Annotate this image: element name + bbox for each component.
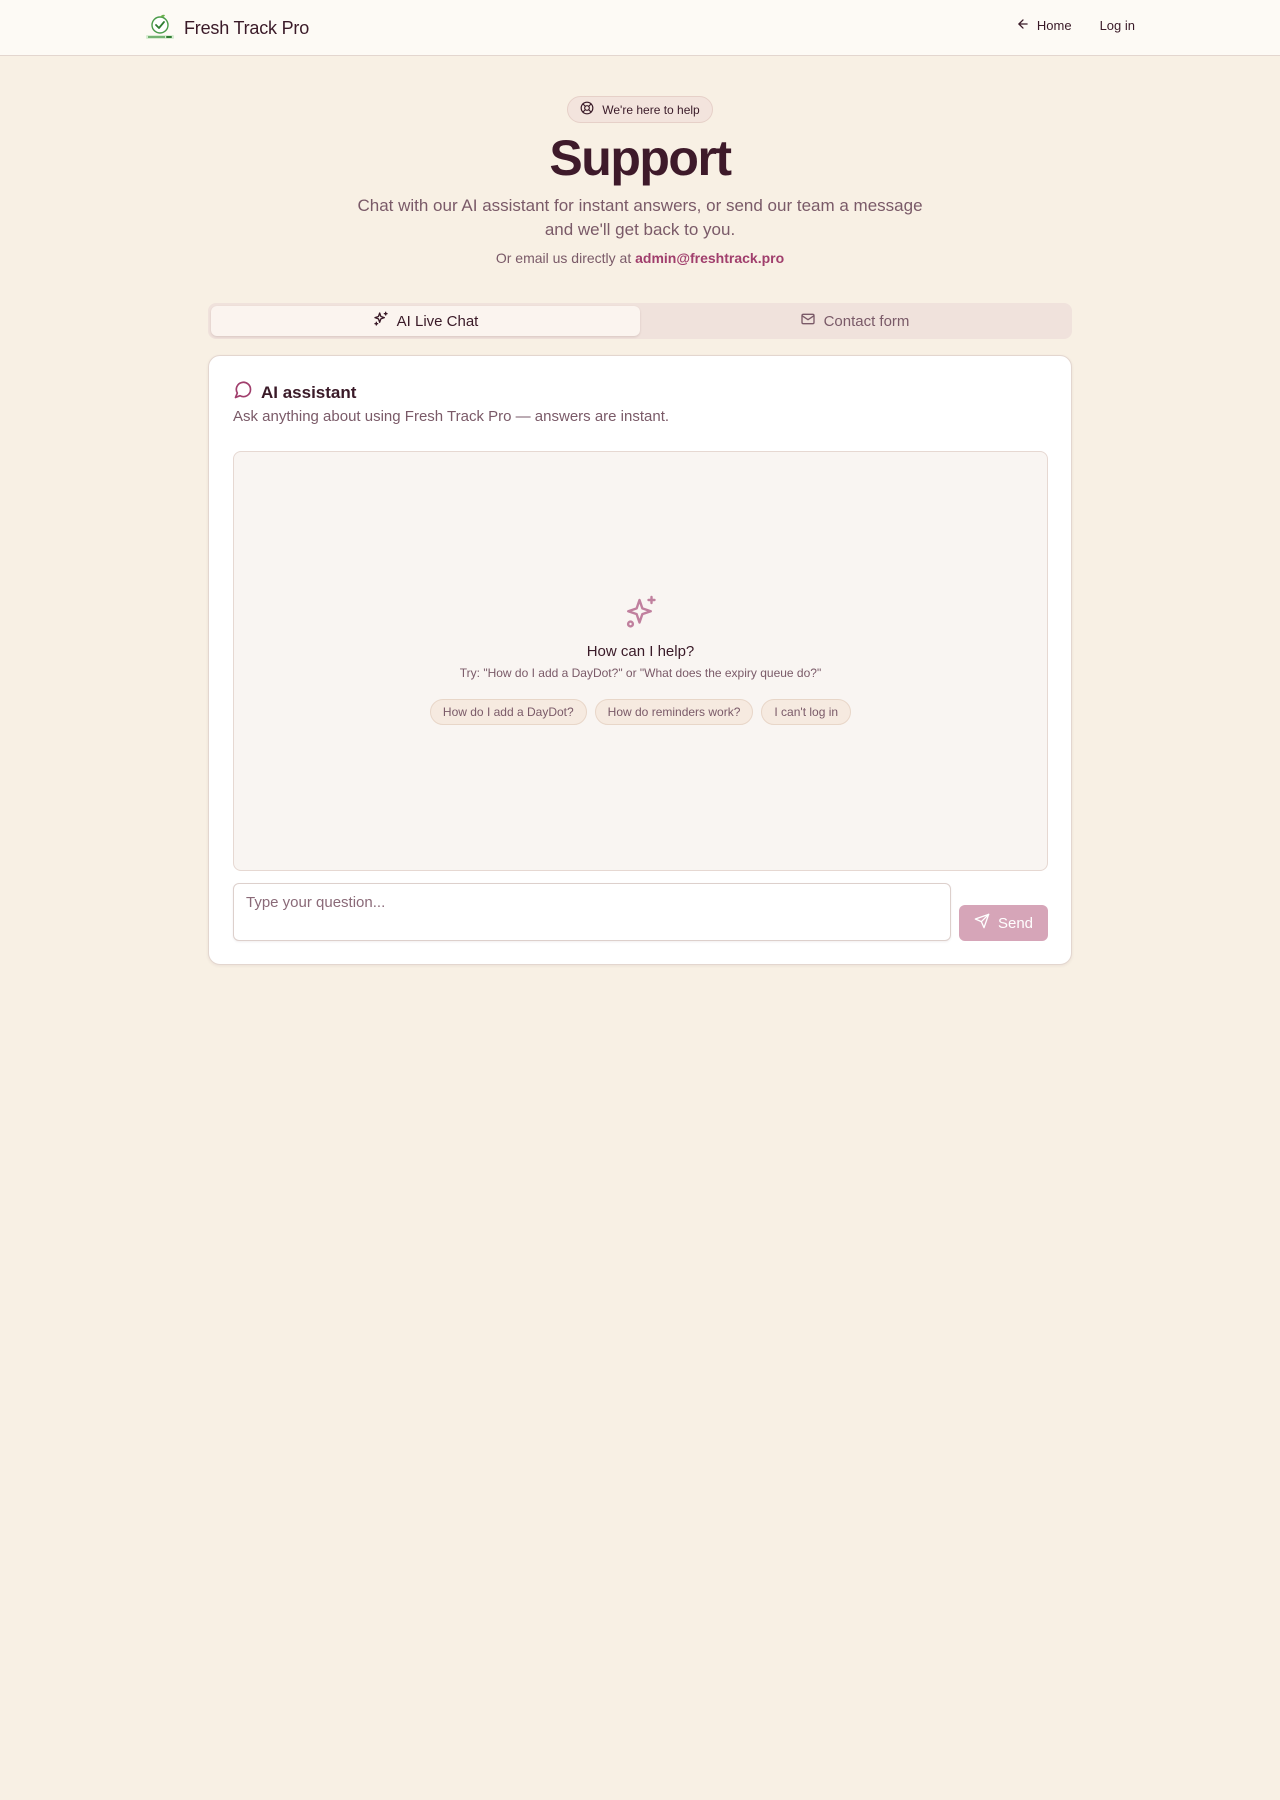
home-link-label: Home <box>1036 18 1072 33</box>
ai-assistant-card: AI assistant Ask anything about using Fr… <box>208 355 1072 965</box>
tab-ai-live-chat-label: AI Live Chat <box>396 312 479 330</box>
send-icon <box>974 913 990 933</box>
email-prefix: Or email us directly at <box>495 250 636 266</box>
mail-icon <box>800 311 816 331</box>
tab-contact-form-label: Contact form <box>823 312 910 330</box>
support-tabs: AI Live Chat Contact form <box>208 303 1072 339</box>
suggestion-chip[interactable]: How do I add a DayDot? <box>429 699 587 725</box>
suggestion-chips: How do I add a DayDot? How do reminders … <box>234 699 1047 725</box>
empty-state-title: How can I help? <box>586 643 695 660</box>
tab-ai-live-chat[interactable]: AI Live Chat <box>211 306 640 336</box>
question-input[interactable]: Type your question... <box>233 883 951 941</box>
message-circle-icon <box>233 380 253 405</box>
suggestion-chip[interactable]: How do reminders work? <box>594 699 754 725</box>
page-subtitle: Chat with our AI assistant for instant a… <box>357 196 923 239</box>
help-badge-label: We're here to help <box>602 102 700 117</box>
send-button[interactable]: Send <box>959 905 1048 941</box>
brand[interactable]: Fresh Track Pro <box>145 14 309 42</box>
card-title: AI assistant <box>261 382 357 402</box>
tab-contact-form[interactable]: Contact form <box>640 306 1069 336</box>
top-navbar: Fresh Track Pro Home Log in <box>0 0 1280 56</box>
email-line: Or email us directly at admin@freshtrack… <box>0 250 1280 266</box>
hero-section: We're here to help Support Chat with our… <box>0 56 1280 266</box>
sparkles-icon <box>373 311 389 331</box>
sparkles-icon <box>234 594 1047 635</box>
suggestion-chip[interactable]: I can't log in <box>761 699 852 725</box>
page-title: Support <box>549 130 732 186</box>
empty-state-hint: Try: "How do I add a DayDot?" or "What d… <box>459 666 822 680</box>
login-link[interactable]: Log in <box>1100 18 1135 33</box>
brand-name: Fresh Track Pro <box>184 17 310 38</box>
card-description: Ask anything about using Fresh Track Pro… <box>233 408 670 425</box>
card-header: AI assistant <box>233 380 356 405</box>
fresh-track-pro-logo <box>145 14 175 42</box>
top-nav: Home Log in <box>1016 17 1135 34</box>
send-button-label: Send <box>997 914 1034 932</box>
support-email-link[interactable]: admin@freshtrack.pro <box>635 250 784 266</box>
chat-messages-area[interactable]: How can I help? Try: "How do I add a Day… <box>233 451 1048 871</box>
help-badge: We're here to help <box>567 96 713 123</box>
life-buoy-icon <box>580 101 594 118</box>
home-link[interactable]: Home <box>1016 17 1072 34</box>
arrow-left-icon <box>1016 17 1030 34</box>
